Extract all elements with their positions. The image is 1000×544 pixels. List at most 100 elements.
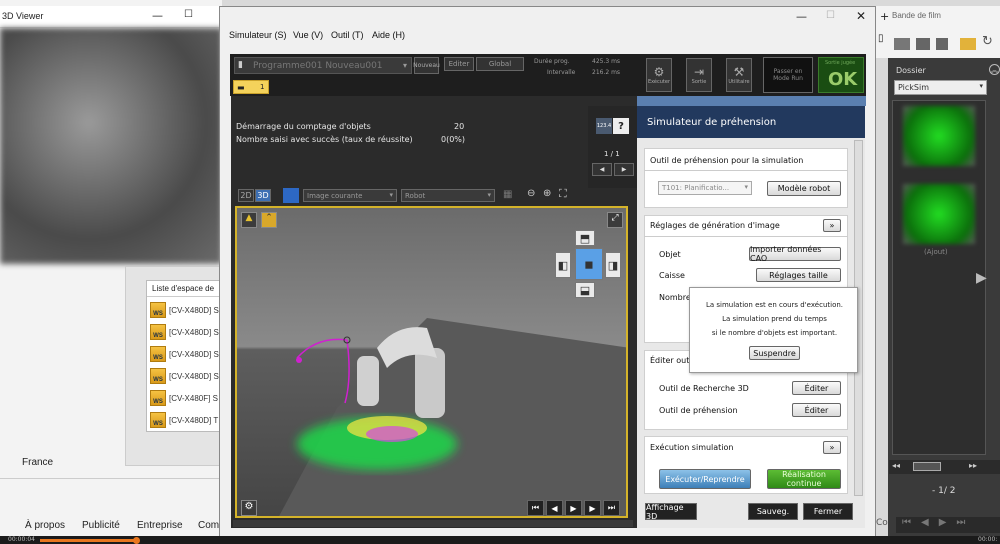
modele-robot-button[interactable]: Modèle robot: [767, 181, 841, 196]
maximize-button[interactable]: ☐: [826, 10, 835, 21]
film-folder-icon[interactable]: [894, 38, 910, 50]
mode-3d-button[interactable]: 3D: [255, 189, 271, 202]
film-delete-icon[interactable]: [936, 38, 948, 50]
3d-viewport[interactable]: ▲ ⌃ ⤢ ⬒ ◧ ◼ ◨ ⬓ ⚙ ⏮ ◀ ▶ ▶ ⏭: [235, 206, 628, 518]
zoom-in-icon[interactable]: ⊕: [543, 188, 551, 199]
importer-cao-button[interactable]: Importer données CAO: [749, 245, 841, 263]
sauveg-button[interactable]: Sauveg.: [748, 503, 798, 520]
scroll-right-icon[interactable]: ▸▸: [969, 461, 977, 470]
ok-indicator: Sortie jugée OK: [818, 57, 864, 93]
menu-bar: Simulateur (S) Vue (V) Outil (T) Aide (H…: [220, 28, 875, 46]
scroll-thumb[interactable]: [913, 462, 941, 471]
utilitaire-button[interactable]: ⚒ Utilitaire: [726, 58, 752, 92]
chevron-down-icon: ▾: [487, 191, 491, 199]
next-arrow-icon[interactable]: ▶: [976, 270, 987, 286]
layers-icon[interactable]: [283, 188, 299, 203]
viewer-hscrollbar[interactable]: [233, 520, 633, 527]
collapse-icon[interactable]: ︽: [989, 64, 1000, 75]
nouveau-button[interactable]: Nouveau: [413, 57, 440, 74]
view-top-button[interactable]: ⬒: [575, 230, 595, 246]
view-left-button[interactable]: ◧: [555, 252, 571, 278]
menu-outil[interactable]: Outil (T): [331, 30, 364, 40]
close-button[interactable]: ✕: [856, 9, 866, 23]
outil-3d-label: Outil de Recherche 3D: [659, 384, 749, 393]
video-progress-bar[interactable]: 00:00:04 00:00:: [0, 536, 1000, 544]
grid-icon[interactable]: ▦: [503, 189, 512, 200]
menu-vue[interactable]: Vue (V): [293, 30, 323, 40]
footer-link-business[interactable]: Entreprise: [137, 520, 183, 531]
zoom-out-icon[interactable]: ⊖: [527, 188, 535, 199]
section-outil-title: Outil de préhension pour la simulation: [650, 156, 804, 165]
minimize-button[interactable]: —: [796, 10, 807, 23]
mode-2d-button[interactable]: 2D: [238, 189, 254, 202]
editer-prehension-button[interactable]: Éditer: [792, 403, 841, 417]
film-thumbnail[interactable]: [903, 106, 975, 166]
program-name: Programme001 Nouveau001: [253, 61, 383, 71]
film-thumbnail[interactable]: [903, 184, 975, 244]
expand-exec-button[interactable]: »: [823, 441, 841, 454]
footer-link-ads[interactable]: Publicité: [82, 520, 120, 531]
prev-page-button[interactable]: ◀: [592, 163, 612, 176]
film-player-controls[interactable]: ⏮◀▶⏭: [896, 517, 1000, 533]
progress-handle[interactable]: [133, 537, 140, 544]
view-cube[interactable]: ◼: [575, 248, 603, 280]
workspace-item[interactable]: WS [CV-X480D] T: [150, 411, 218, 429]
terrain-icon[interactable]: ▲: [241, 212, 257, 228]
sortie-button[interactable]: ⇥ Sortie: [686, 58, 712, 92]
robot-select[interactable]: Robot ▾: [401, 189, 495, 202]
value-icon[interactable]: 123.4: [596, 118, 612, 134]
footer-link-more[interactable]: Com: [198, 520, 219, 531]
passer-run-button[interactable]: Passer en Mode Run: [763, 57, 813, 93]
first-frame-icon[interactable]: ⏮: [527, 500, 544, 516]
film-copy-icon[interactable]: [916, 38, 930, 50]
last-frame-icon[interactable]: ⏭: [603, 500, 620, 516]
section-editer-title: Éditer outil: [650, 356, 694, 365]
fullscreen-icon[interactable]: ⤢: [607, 212, 623, 228]
workspace-list: Liste d'espace de WS [CV-X480D] S WS [CV-X…: [146, 280, 227, 432]
view-bottom-button[interactable]: ⬓: [575, 282, 595, 298]
reglages-taille-button[interactable]: Réglages taille: [756, 268, 841, 282]
menu-simulateur[interactable]: Simulateur (S): [229, 30, 287, 40]
view-right-button[interactable]: ◨: [605, 252, 621, 278]
play-icon[interactable]: ▶: [565, 500, 582, 516]
bg-minimize-button[interactable]: —: [152, 9, 163, 22]
fermer-button[interactable]: Fermer: [803, 503, 853, 520]
exit-icon: ⇥: [693, 65, 705, 79]
settings-icon[interactable]: ⚙: [241, 500, 257, 516]
help-icon[interactable]: ?: [613, 118, 629, 134]
panel-icon[interactable]: ▯: [878, 33, 884, 44]
affichage-3d-button[interactable]: Affichage 3D: [645, 503, 697, 521]
menu-aide[interactable]: Aide (H): [372, 30, 405, 40]
editer-3d-button[interactable]: Éditer: [792, 381, 841, 395]
next-page-button[interactable]: ▶: [614, 163, 634, 176]
workspace-item[interactable]: WS [CV-X480D] S: [150, 301, 219, 319]
program-tab[interactable]: ▬ 1: [233, 80, 269, 94]
fit-view-icon[interactable]: ⛶: [559, 187, 567, 201]
realisation-continue-button[interactable]: Réalisation continue: [767, 469, 841, 489]
executer-reprendre-button[interactable]: Exécuter/Reprendre: [659, 469, 751, 489]
workspace-item[interactable]: WS [CV-X480D] S: [150, 367, 219, 385]
workspace-item[interactable]: WS [CV-X480D] S: [150, 345, 219, 363]
global-select[interactable]: Global: [476, 57, 524, 71]
bg-maximize-button[interactable]: ☐: [184, 9, 193, 20]
executer-button[interactable]: ⚙ Exécuter: [646, 58, 672, 92]
suspendre-button[interactable]: Suspendre: [749, 346, 800, 360]
program-select[interactable]: ▮ Programme001 Nouveau001 ▾: [234, 57, 412, 74]
image-select[interactable]: Image courante ▾: [303, 189, 397, 202]
path-icon[interactable]: ⌃: [261, 212, 277, 228]
film-open-folder-icon[interactable]: [960, 38, 976, 50]
refresh-icon[interactable]: ↻: [982, 34, 993, 49]
prev-frame-icon[interactable]: ◀: [546, 500, 563, 516]
next-frame-icon[interactable]: ▶: [584, 500, 601, 516]
workspace-item[interactable]: WS [CV-X480F] S: [150, 389, 218, 407]
footer-link-about[interactable]: À propos: [25, 520, 65, 531]
success-value: 0(0%): [441, 135, 466, 144]
expand-image-button[interactable]: »: [823, 219, 841, 232]
workspace-item[interactable]: WS [CV-X480D] S: [150, 323, 219, 341]
tool-select[interactable]: T101: Planificatio... ▾: [658, 181, 752, 195]
folder-select[interactable]: PickSim ▾: [894, 80, 987, 95]
film-scrollbar[interactable]: ◂◂ ▸▸: [889, 460, 1000, 474]
scroll-left-icon[interactable]: ◂◂: [892, 461, 900, 470]
add-icon[interactable]: +: [880, 10, 889, 23]
editer-button[interactable]: Editer: [444, 57, 474, 71]
